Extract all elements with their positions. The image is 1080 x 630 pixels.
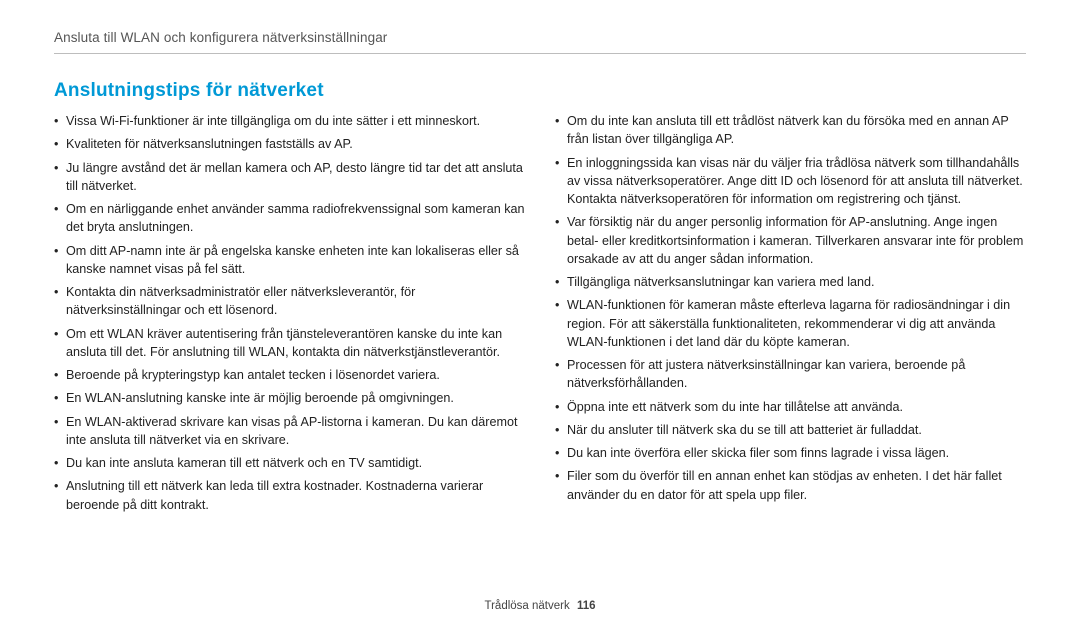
list-item: Var försiktig när du anger personlig inf… [555, 213, 1026, 268]
list-item: Ju längre avstånd det är mellan kamera o… [54, 159, 525, 196]
list-item: WLAN-funktionen för kameran måste efterl… [555, 296, 1026, 351]
list-item: Om en närliggande enhet använder samma r… [54, 200, 525, 237]
page-number: 116 [577, 600, 596, 612]
list-item: Om ett WLAN kräver autentisering från tj… [54, 325, 525, 362]
list-item: Filer som du överför till en annan enhet… [555, 467, 1026, 504]
right-column: Om du inte kan ansluta till ett trådlöst… [555, 112, 1026, 519]
list-item: Du kan inte överföra eller skicka filer … [555, 444, 1026, 462]
section-title: Anslutningstips för nätverket [54, 80, 1026, 102]
footer-section-label: Trådlösa nätverk [485, 600, 570, 612]
list-item: Processen för att justera nätverksinstäl… [555, 356, 1026, 393]
list-item: En WLAN-anslutning kanske inte är möjlig… [54, 389, 525, 407]
list-item: Om ditt AP-namn inte är på engelska kans… [54, 242, 525, 279]
list-item: Om du inte kan ansluta till ett trådlöst… [555, 112, 1026, 149]
left-column: Vissa Wi-Fi-funktioner är inte tillgängl… [54, 112, 525, 519]
tips-list-right: Om du inte kan ansluta till ett trådlöst… [555, 112, 1026, 504]
list-item: När du ansluter till nätverk ska du se t… [555, 421, 1026, 439]
document-page: Ansluta till WLAN och konfigurera nätver… [0, 0, 1080, 630]
list-item: Tillgängliga nätverksanslutningar kan va… [555, 273, 1026, 291]
list-item: Kontakta din nätverksadministratör eller… [54, 283, 525, 320]
list-item: Öppna inte ett nätverk som du inte har t… [555, 398, 1026, 416]
content-columns: Vissa Wi-Fi-funktioner är inte tillgängl… [54, 112, 1026, 519]
list-item: En WLAN-aktiverad skrivare kan visas på … [54, 413, 525, 450]
list-item: Du kan inte ansluta kameran till ett nät… [54, 454, 525, 472]
breadcrumb: Ansluta till WLAN och konfigurera nätver… [54, 30, 1026, 54]
list-item: Vissa Wi-Fi-funktioner är inte tillgängl… [54, 112, 525, 130]
list-item: Beroende på krypteringstyp kan antalet t… [54, 366, 525, 384]
tips-list-left: Vissa Wi-Fi-funktioner är inte tillgängl… [54, 112, 525, 514]
page-footer: Trådlösa nätverk 116 [0, 600, 1080, 612]
list-item: Anslutning till ett nätverk kan leda til… [54, 477, 525, 514]
list-item: En inloggningssida kan visas när du välj… [555, 154, 1026, 209]
list-item: Kvaliteten för nätverksanslutningen fast… [54, 135, 525, 153]
